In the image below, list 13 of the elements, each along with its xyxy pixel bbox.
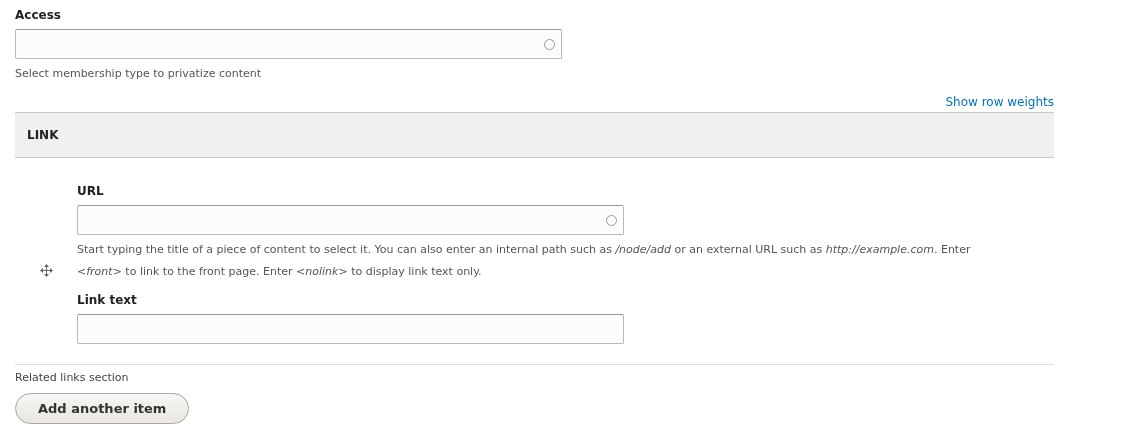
field-description: Start typing the title of a piece of content to select it. You can also enter an internal path such as /node/add or an external URL such as http://example.com. Enter <front> to link to the front page. Enter <nolink> to display link text only.: [77, 242, 972, 280]
drag-handle-icon[interactable]: [39, 263, 53, 277]
text-field[interactable]: [77, 314, 624, 344]
field-label: Link text: [77, 293, 137, 307]
text-field[interactable]: [77, 205, 624, 235]
field-description: Select membership type to privatize content: [15, 66, 262, 82]
field-description: Related links section: [15, 371, 129, 384]
field-label: Access: [15, 8, 61, 22]
field-label: URL: [77, 184, 104, 198]
text-field[interactable]: [15, 29, 562, 59]
show-row-weights-link[interactable]: Show row weights: [945, 95, 1054, 109]
column-header: LINK: [27, 128, 59, 142]
add-item-button[interactable]: Add another item: [15, 393, 190, 424]
